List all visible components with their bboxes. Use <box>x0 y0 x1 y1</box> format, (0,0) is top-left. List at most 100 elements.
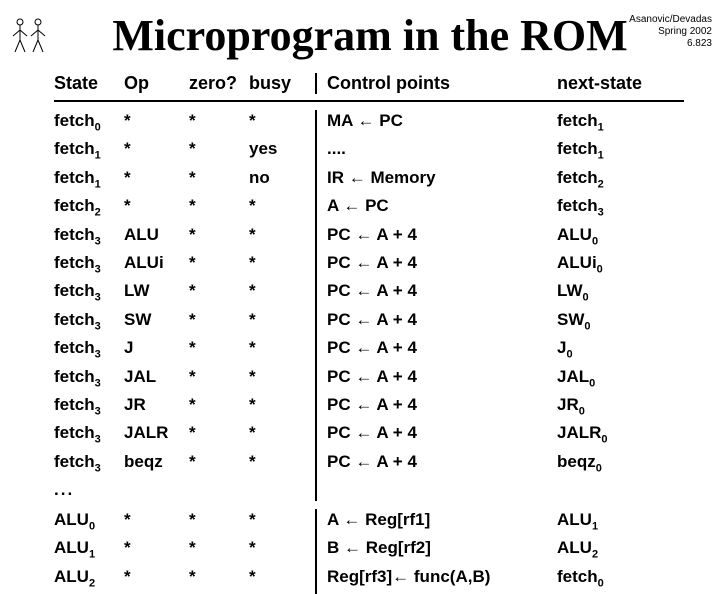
cell-next-state: ALU2 <box>557 537 667 565</box>
cell-op: beqz <box>124 451 189 479</box>
cell-busy: * <box>249 280 317 308</box>
cell-next-state: ALU1 <box>557 509 667 537</box>
header-op: Op <box>124 73 189 94</box>
cell-next-state: fetch3 <box>557 195 667 223</box>
cell-zero: * <box>189 422 249 450</box>
cell-op: JAL <box>124 366 189 394</box>
table-row: fetch0***MA ← PCfetch1 <box>54 110 684 138</box>
cell-zero: * <box>189 110 249 138</box>
cell-busy: * <box>249 566 317 594</box>
table-header: State Op zero? busy Control points next-… <box>54 69 684 102</box>
cell-zero: * <box>189 451 249 479</box>
table-ellipsis: ... <box>54 479 684 501</box>
table-row: fetch1**noIR ← Memoryfetch2 <box>54 167 684 195</box>
cell-state: ALU2 <box>54 566 124 594</box>
cell-zero: * <box>189 252 249 280</box>
cell-state: fetch3 <box>54 451 124 479</box>
cell-zero: * <box>189 509 249 537</box>
cell-zero: * <box>189 394 249 422</box>
cell-op: ALU <box>124 224 189 252</box>
header-zero: zero? <box>189 73 249 94</box>
cell-busy: * <box>249 252 317 280</box>
cell-state: fetch3 <box>54 309 124 337</box>
ellipsis: ... <box>54 479 124 501</box>
course-term: Spring 2002 <box>629 26 712 38</box>
cell-zero: * <box>189 566 249 594</box>
cell-control-points: Reg[rf3]← func(A,B) <box>327 566 557 594</box>
header-control-points: Control points <box>327 73 557 94</box>
table-row: fetch3JAL**PC ← A + 4JAL0 <box>54 366 684 394</box>
cell-next-state: fetch2 <box>557 167 667 195</box>
cell-op: * <box>124 509 189 537</box>
cell-state: fetch1 <box>54 138 124 166</box>
cell-zero: * <box>189 167 249 195</box>
cell-control-points: PC ← A + 4 <box>327 280 557 308</box>
microprogram-table: State Op zero? busy Control points next-… <box>54 69 684 594</box>
cell-control-points: PC ← A + 4 <box>327 366 557 394</box>
cell-state: fetch3 <box>54 252 124 280</box>
cell-busy: * <box>249 537 317 565</box>
slide-title: Microprogram in the ROM <box>60 10 680 61</box>
table-row: ALU1***B ← Reg[rf2]ALU2 <box>54 537 684 565</box>
decorative-figures-icon <box>8 16 52 56</box>
table-row: fetch3JALR**PC ← A + 4JALR0 <box>54 422 684 450</box>
table-row: fetch3beqz**PC ← A + 4beqz0 <box>54 451 684 479</box>
cell-zero: * <box>189 224 249 252</box>
header-busy: busy <box>249 73 317 94</box>
cell-control-points: PC ← A + 4 <box>327 422 557 450</box>
cell-state: fetch3 <box>54 337 124 365</box>
cell-state: fetch1 <box>54 167 124 195</box>
cell-busy: * <box>249 509 317 537</box>
cell-busy: * <box>249 366 317 394</box>
cell-zero: * <box>189 280 249 308</box>
cell-op: LW <box>124 280 189 308</box>
cell-op: * <box>124 195 189 223</box>
cell-next-state: J0 <box>557 337 667 365</box>
cell-op: SW <box>124 309 189 337</box>
cell-busy: * <box>249 224 317 252</box>
cell-zero: * <box>189 309 249 337</box>
cell-next-state: ALUi0 <box>557 252 667 280</box>
table-body-2: ALU0***A ← Reg[rf1]ALU1ALU1***B ← Reg[rf… <box>54 509 684 594</box>
table-row: fetch2***A ← PCfetch3 <box>54 195 684 223</box>
course-tag: Asanovic/Devadas Spring 2002 6.823 <box>629 14 712 50</box>
cell-state: fetch3 <box>54 422 124 450</box>
cell-op: J <box>124 337 189 365</box>
cell-next-state: fetch0 <box>557 566 667 594</box>
cell-state: ALU1 <box>54 537 124 565</box>
cell-state: ALU0 <box>54 509 124 537</box>
table-row: fetch3J**PC ← A + 4J0 <box>54 337 684 365</box>
cell-busy: no <box>249 167 317 195</box>
cell-busy: * <box>249 195 317 223</box>
table-row: fetch3JR**PC ← A + 4JR0 <box>54 394 684 422</box>
cell-busy: * <box>249 422 317 450</box>
cell-control-points: B ← Reg[rf2] <box>327 537 557 565</box>
cell-busy: * <box>249 337 317 365</box>
cell-op: * <box>124 138 189 166</box>
cell-zero: * <box>189 366 249 394</box>
cell-op: * <box>124 566 189 594</box>
cell-control-points: PC ← A + 4 <box>327 337 557 365</box>
cell-zero: * <box>189 537 249 565</box>
cell-busy: * <box>249 394 317 422</box>
cell-busy: * <box>249 451 317 479</box>
cell-control-points: .... <box>327 138 557 166</box>
cell-next-state: LW0 <box>557 280 667 308</box>
cell-state: fetch2 <box>54 195 124 223</box>
course-author: Asanovic/Devadas <box>629 14 712 26</box>
cell-control-points: A ← Reg[rf1] <box>327 509 557 537</box>
cell-zero: * <box>189 337 249 365</box>
cell-next-state: JAL0 <box>557 366 667 394</box>
cell-control-points: PC ← A + 4 <box>327 224 557 252</box>
header-next-state: next-state <box>557 73 667 94</box>
cell-control-points: PC ← A + 4 <box>327 309 557 337</box>
cell-next-state: JR0 <box>557 394 667 422</box>
cell-control-points: MA ← PC <box>327 110 557 138</box>
cell-control-points: A ← PC <box>327 195 557 223</box>
cell-state: fetch3 <box>54 224 124 252</box>
table-row: fetch3ALU**PC ← A + 4ALU0 <box>54 224 684 252</box>
table-body-1: fetch0***MA ← PCfetch1fetch1**yes....fet… <box>54 110 684 479</box>
cell-next-state: beqz0 <box>557 451 667 479</box>
header-state: State <box>54 73 124 94</box>
cell-control-points: PC ← A + 4 <box>327 394 557 422</box>
